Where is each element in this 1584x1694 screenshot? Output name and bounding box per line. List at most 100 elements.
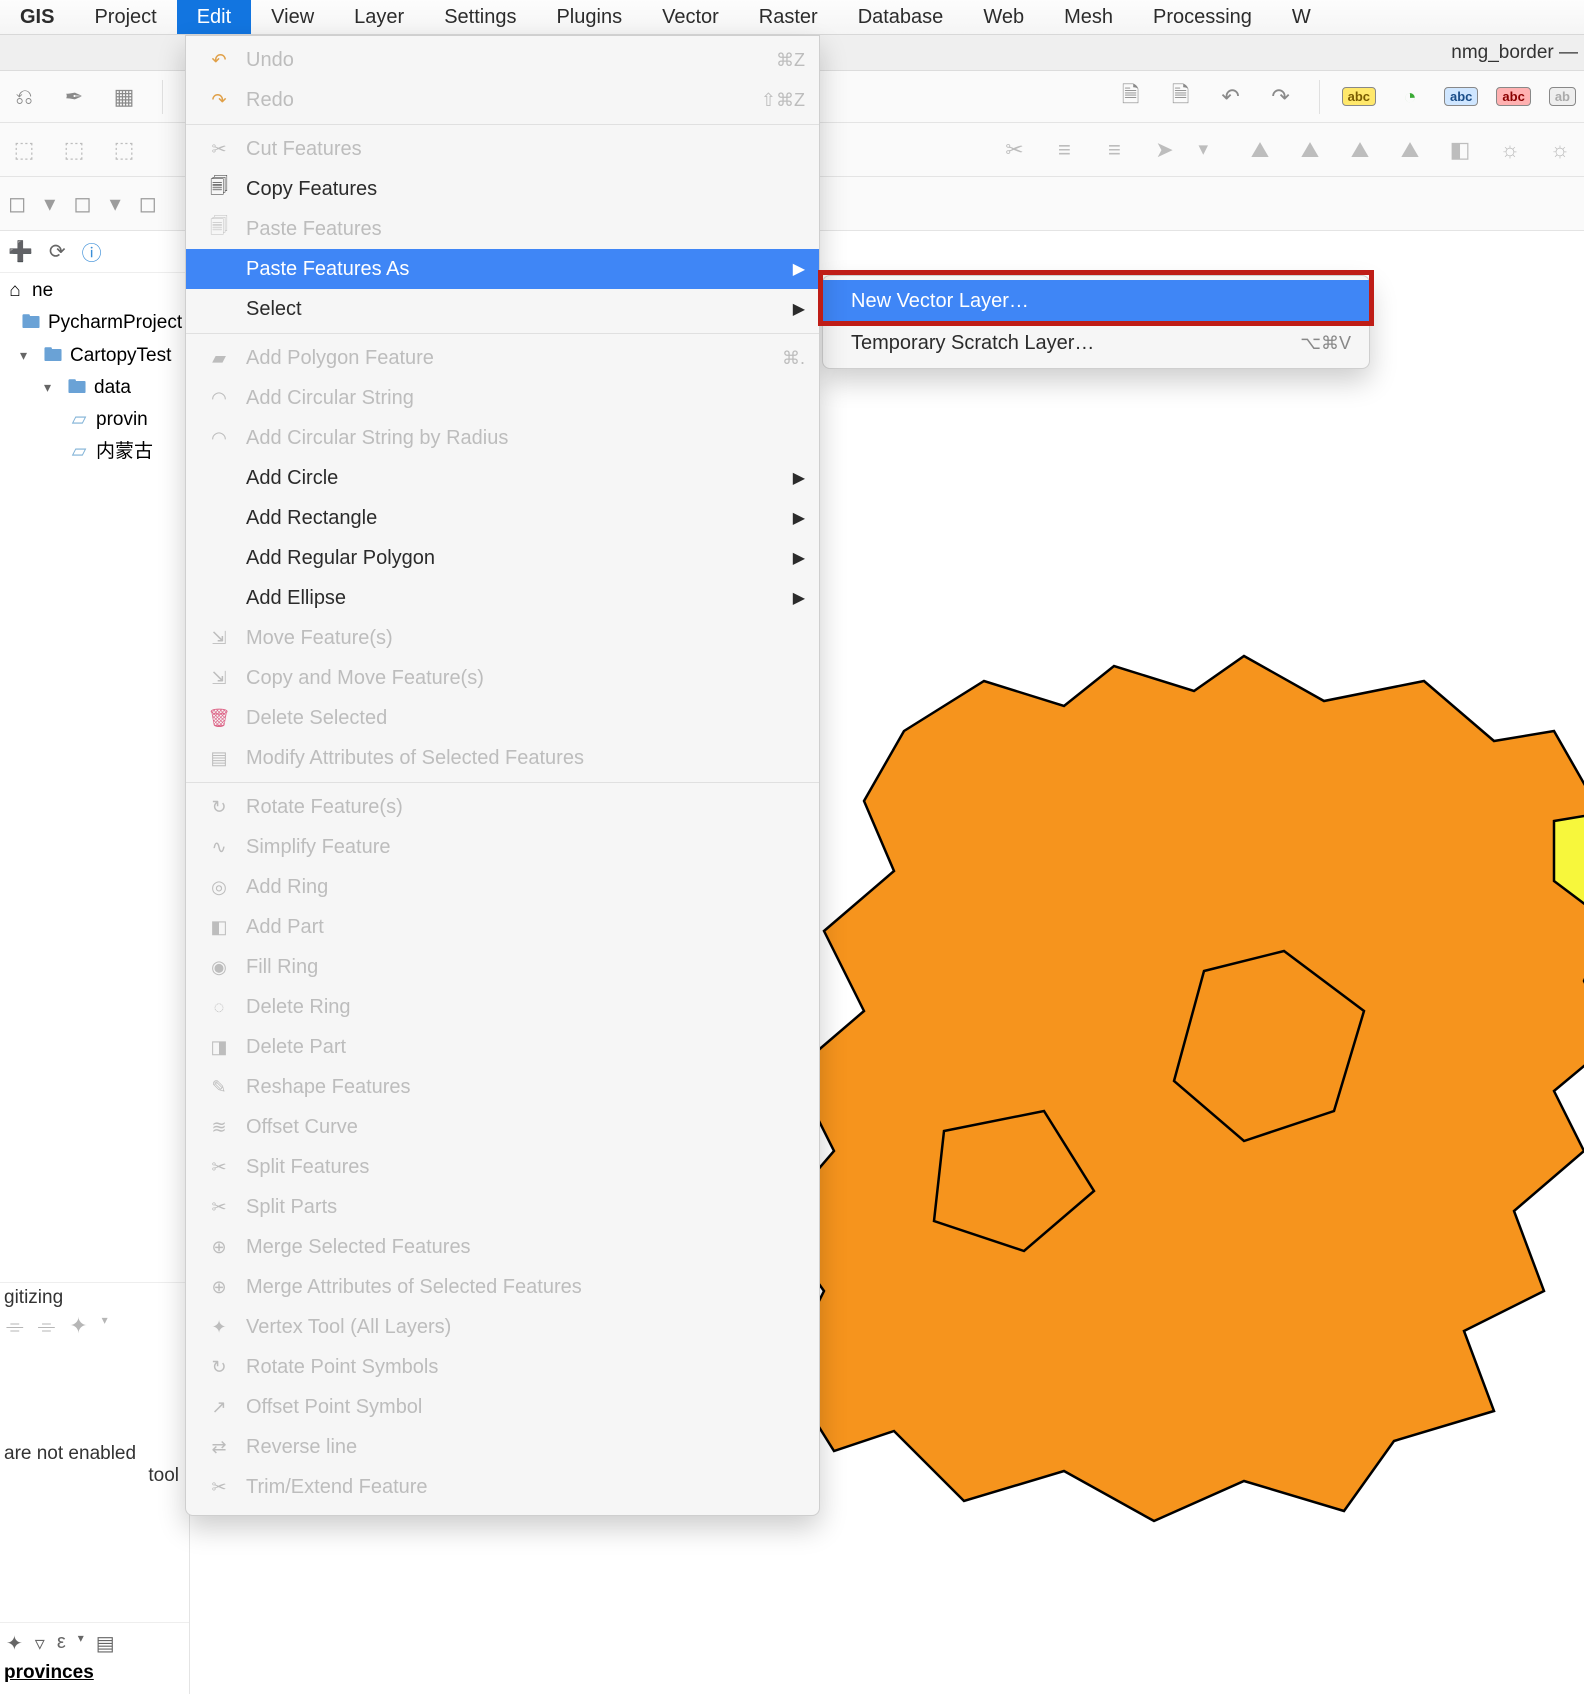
menu-web[interactable]: Web [963, 0, 1044, 34]
filter-icon[interactable]: ▿ [35, 1631, 45, 1656]
pie-green-icon[interactable]: ◔ [1394, 81, 1426, 113]
layers-toolbar: ✦ ▿ ε ▾ ▤ [4, 1627, 185, 1660]
disabled-tool-icon: ⌯ [6, 1313, 24, 1339]
feather-icon[interactable]: ✒ [58, 81, 90, 113]
tree-label: data [94, 372, 131, 404]
rotate-icon: ↻ [206, 797, 232, 818]
menu-gis[interactable]: GIS [0, 0, 74, 34]
menu-view[interactable]: View [251, 0, 334, 34]
offset-icon: ≋ [206, 1117, 232, 1138]
menu-w[interactable]: W [1272, 0, 1331, 34]
browser-tree: ⌂ ne 🖿 PycharmProject ▾ 🖿 CartopyTest ▾ … [0, 273, 189, 471]
split-icon: ✂ [206, 1197, 232, 1218]
menu-item-simplify: ∿Simplify Feature [186, 827, 819, 867]
chevron-down-icon[interactable]: ▾ [78, 1631, 84, 1656]
menu-vector[interactable]: Vector [642, 0, 739, 34]
submenu-arrow-icon: ▶ [787, 259, 805, 279]
menu-item-add-regpoly[interactable]: Add Regular Polygon ▶ [186, 538, 819, 578]
undo-icon[interactable]: ↶ [1215, 81, 1247, 113]
tree-row-cartopy[interactable]: ▾ 🖿 CartopyTest [0, 340, 189, 372]
vertex-icon: ✦ [206, 1317, 232, 1338]
expand-arrow-icon[interactable]: ▾ [20, 344, 36, 368]
menu-edit[interactable]: Edit [177, 0, 251, 34]
expand-arrow-icon[interactable]: ▾ [44, 376, 60, 400]
tree-row-home[interactable]: ⌂ ne [0, 275, 189, 307]
menu-layer[interactable]: Layer [334, 0, 424, 34]
scissors-icon: ✂ [998, 134, 1030, 166]
submenu-item-scratch-layer[interactable]: Temporary Scratch Layer… ⌥⌘V [823, 322, 1369, 364]
menu-item-paste-features: 🗐 Paste Features [186, 209, 819, 249]
menu-item-modify-attrs: ▤ Modify Attributes of Selected Features [186, 738, 819, 778]
menu-item-add-circle[interactable]: Add Circle ▶ [186, 458, 819, 498]
document-icon[interactable]: 🗎 [1165, 81, 1197, 113]
separator [162, 80, 163, 114]
menu-item-reshape: ✎Reshape Features [186, 1067, 819, 1107]
tree-row-project[interactable]: 🖿 PycharmProject [0, 307, 189, 339]
menubar: GISProjectEditViewLayerSettingsPluginsVe… [0, 0, 1584, 35]
paste-as-submenu: New Vector Layer… Temporary Scratch Laye… [822, 275, 1370, 369]
refresh-icon[interactable]: ⟳ [49, 239, 66, 264]
redo-icon: ↷ [206, 90, 232, 111]
menu-database[interactable]: Database [838, 0, 964, 34]
menu-project[interactable]: Project [74, 0, 176, 34]
label-badge-red[interactable]: abc [1496, 87, 1530, 106]
menu-item-paste-features-as[interactable]: Paste Features As ▶ [186, 249, 819, 289]
arc-icon: ◠ [206, 428, 232, 449]
info-icon[interactable]: ⓘ [82, 237, 102, 266]
tree-row-layer-cn[interactable]: ▱ 内蒙古 [0, 436, 189, 468]
delete-part-icon: ◨ [206, 1037, 232, 1058]
style-icon[interactable]: ✦ [6, 1631, 23, 1656]
menu-item-delete-ring: ◌Delete Ring [186, 987, 819, 1027]
label-badge-blue[interactable]: abc [1444, 87, 1478, 106]
tree-label: CartopyTest [70, 340, 171, 372]
part-icon: ◧ [206, 917, 232, 938]
menu-item-select[interactable]: Select ▶ [186, 289, 819, 329]
menu-item-delete-selected: 🗑 Delete Selected [186, 698, 819, 738]
menu-item-trim-extend: ✂Trim/Extend Feature [186, 1467, 819, 1507]
menu-item-copy-features[interactable]: 🗐 Copy Features [186, 169, 819, 209]
document-icon[interactable]: 🗎 [1115, 81, 1147, 113]
label-badge-yellow[interactable]: abc [1342, 87, 1376, 106]
split-icon: ✂ [206, 1157, 232, 1178]
layers-icon[interactable]: ▤ [96, 1631, 115, 1656]
trash-icon: 🗑 [206, 708, 232, 729]
nodes-icon[interactable]: ⎌ [8, 81, 40, 113]
copymove-icon: ⇲ [206, 668, 232, 689]
tree-row-layer-provin[interactable]: ▱ provin [0, 404, 189, 436]
redo-icon[interactable]: ↷ [1265, 81, 1297, 113]
digitizing-panel: gitizing ⌯ ⌯ ✦ ▾ are not enabled tool [0, 1282, 189, 1622]
menu-mesh[interactable]: Mesh [1044, 0, 1133, 34]
digitizing-note: are not enabled tool [4, 1343, 185, 1487]
menu-item-add-polygon: ▰ Add Polygon Feature ⌘. [186, 338, 819, 378]
menu-item-add-ring: ◎Add Ring [186, 867, 819, 907]
polygon-layer-icon: ▱ [68, 404, 90, 436]
polygon-layer-icon: ▱ [68, 436, 90, 468]
expression-icon[interactable]: ε [57, 1631, 66, 1656]
menu-item-add-ellipse[interactable]: Add Ellipse ▶ [186, 578, 819, 618]
reshape-icon: ✎ [206, 1077, 232, 1098]
submenu-arrow-icon: ▶ [787, 548, 805, 568]
paste-icon: 🗐 [206, 214, 232, 244]
submenu-item-new-vector-layer[interactable]: New Vector Layer… [823, 280, 1369, 322]
tree-row-data[interactable]: ▾ 🖿 data [0, 372, 189, 404]
layers-panel: ✦ ▿ ε ▾ ▤ provinces [0, 1622, 189, 1694]
disabled-tool-icon: ⌯ [38, 1313, 56, 1339]
chip-icon[interactable]: ▦ [108, 81, 140, 113]
menu-item-rotate: ↻Rotate Feature(s) [186, 787, 819, 827]
add-icon[interactable]: ➕ [8, 239, 33, 264]
menu-processing[interactable]: Processing [1133, 0, 1272, 34]
folder-icon: 🖿 [20, 307, 42, 339]
menu-item-add-rect[interactable]: Add Rectangle ▶ [186, 498, 819, 538]
selected-layer-name[interactable]: provinces [4, 1660, 185, 1690]
menu-plugins[interactable]: Plugins [536, 0, 642, 34]
window-title: nmg_border — [1451, 42, 1578, 64]
menu-item-delete-part: ◨Delete Part [186, 1027, 819, 1067]
separator [1319, 80, 1320, 114]
menu-raster[interactable]: Raster [739, 0, 838, 34]
note-line-1: are not enabled [4, 1443, 185, 1465]
polygon-icon: ▰ [206, 348, 232, 369]
menu-settings[interactable]: Settings [424, 0, 536, 34]
menu-item-split-features: ✂Split Features [186, 1147, 819, 1187]
menu-item-offset-pts: ↗Offset Point Symbol [186, 1387, 819, 1427]
menu-item-add-circ-string: ◠ Add Circular String [186, 378, 819, 418]
